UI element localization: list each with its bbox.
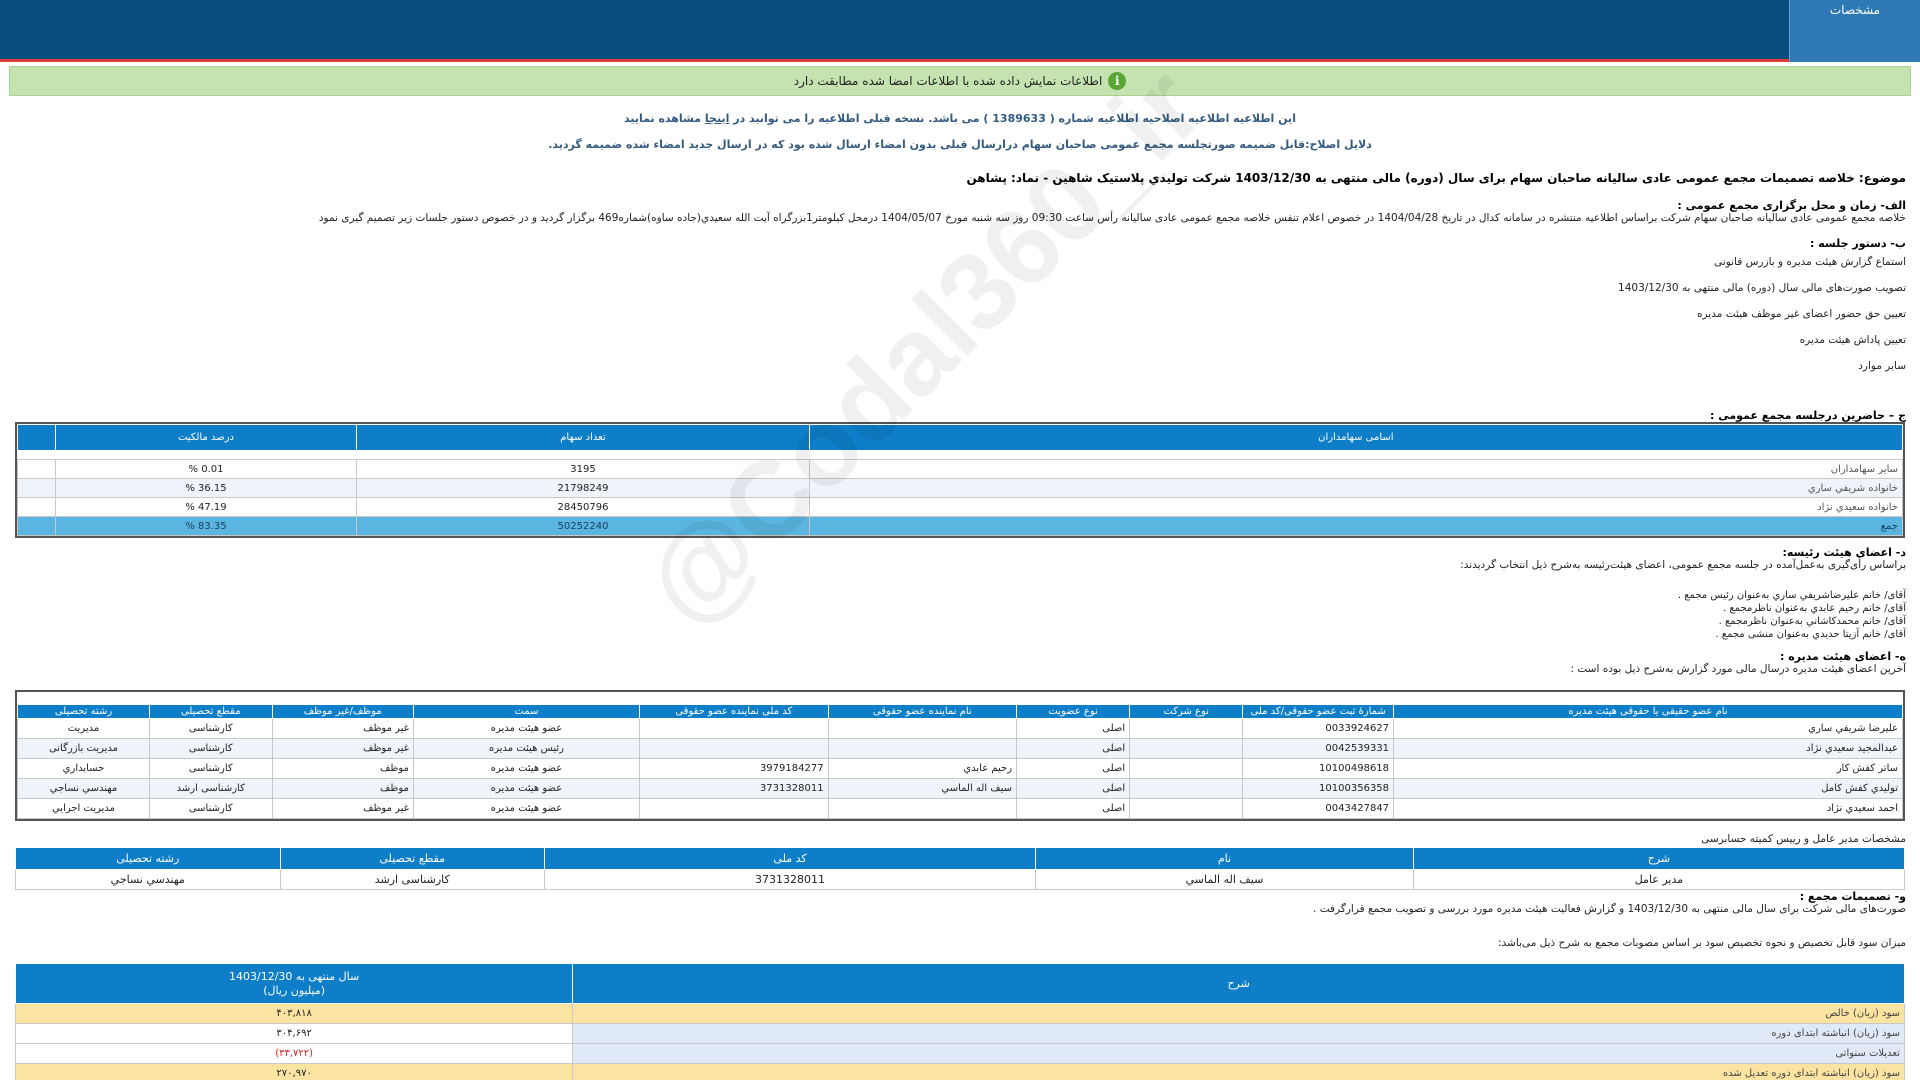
ceo-table: شرح نام کد ملی مقطع تحصیلی رشته تحصیلی م… [15,847,1906,890]
table-row: خانواده شریفي ساري 21798249 36.15 % [17,478,1904,498]
section-a: الف- زمان و محل برگزاری مجمع عمومی : خلا… [16,199,1906,224]
subject-line: موضوع: خلاصه تصمیمات مجمع عمومی عادی سال… [966,171,1907,185]
agenda-item: استماع گزارش هیئت مدیره و بازرس قانونی [1714,256,1906,268]
presiding-member: آقای/ خانم آزیتا حدیدي به‌عنوان منشی مجم… [1715,629,1906,640]
board-table: نام عضو حقیقی یا حقوقی هیئت مدیره شمارۀ … [15,690,1905,821]
section-f-title: و- تصمیمات مجمع : [1799,890,1906,903]
section-f-text: صورت‌های مالی شرکت برای سال مالی منتهی ب… [1313,903,1906,915]
col-ownership-percent: درصد مالکیت [54,424,358,451]
agenda-item: تعیین پاداش هیئت مدیره [1799,334,1906,346]
table-total-row: جمع 50252240 83.35 % [17,516,1904,536]
top-header-bar: مشخصات [0,0,1920,62]
section-d: د- اعضای هیئت رئیسه: براساس رأی‌گیری به‌… [16,546,1906,641]
col-share-count: تعداد سهام [356,424,810,451]
table-row: عبدالمجید سعیدي نژاد 0042539331 اصلی رئیس ه… [17,737,1903,759]
agenda-item: تعیین حق حضور اعضای غیر موظف هیئت مدیره [1697,308,1906,320]
agenda-item: سایر موارد [1858,360,1906,372]
tab-specifications[interactable]: مشخصات [1789,0,1920,62]
presiding-member: آقای/ خانم محمدکاشاني به‌عنوان ناظرمجمع … [1718,616,1906,627]
table-row: سود (زیان) خالص ۴۰۳,۸۱۸ [14,1003,1905,1024]
notice-text-b: مشاهده نمایید [624,112,702,125]
section-d-intro: براساس رأی‌گیری به‌عمل‌آمده در جلسه مجمع… [1460,559,1906,571]
section-b: ب- دستور جلسه : استماع گزارش هیئت مدیره … [16,237,1906,386]
section-f: و- تصمیمات مجمع : صورت‌های مالی شرکت برا… [16,890,1906,949]
correction-notice: این اطلاعیه اطلاعیه اصلاحیه اطلاعیه شمار… [0,112,1920,125]
profit-intro: میزان سود قابل تخصیص و نحوه تخصیص سود بر… [1497,937,1906,949]
table-row: علیرضا شریفي ساري 0033924627 اصلی عضو هیئت … [17,717,1903,739]
table-row: تولیدي کفش کامل 10100356358 اصلی سیف اله ال… [17,777,1903,799]
signature-match-bar: i اطلاعات نمایش داده شده با اطلاعات امضا… [9,66,1911,96]
correction-reason: دلایل اصلاح:قابل ضمیمه صورتجلسه مجمع عمو… [548,138,1372,151]
table-row: سایر سهامداران 3195 0.01 % [17,459,1904,479]
section-e-intro: آخرین اعضای هیئت مدیره درسال مالی مورد گ… [1570,663,1906,675]
section-e: ه- اعضای هیئت مدیره : آخرین اعضای هیئت م… [16,650,1906,675]
match-text: اطلاعات نمایش داده شده با اطلاعات امضا ش… [793,74,1103,88]
col-shareholder-names: اسامی سهامداران [808,424,1904,451]
agenda-item: تصویب صورت‌های مالی سال (دوره) مالی منته… [1618,282,1906,294]
col-description: شرح [572,963,1905,1004]
table-row: خانواده سعیدي نژاد 28450796 47.19 % [17,497,1904,517]
presiding-member: آقای/ خانم رحیم عابدي به‌عنوان ناظرمجمع … [1723,603,1906,614]
table-row: تعدیلات سنواتی (۳۳,۷۲۲) [14,1043,1905,1064]
section-a-text: خلاصه مجمع عمومی عادی سالیانه صاحبان سها… [318,212,1906,224]
info-icon: i [1108,72,1127,90]
presiding-member: آقای/ خانم علیرضاشریفي ساري به‌عنوان رئی… [1677,590,1906,601]
table-row: مدیر عامل سیف اله الماسي 3731328011 کارش… [15,869,1906,890]
col-year: سال منتهی به 1403/12/30 (میلیون ریال) [14,963,574,1004]
section-d-title: د- اعضای هیئت رئیسه: [1782,546,1906,559]
table-row: احمد سعیدي نژاد 0043427847 اصلی عضو هیئت مد… [17,797,1903,819]
section-c-title: ج – حاضرین درجلسه مجمع عمومی : [1710,409,1906,422]
profit-table: شرح سال منتهی به 1403/12/30 (میلیون ریال… [14,963,1905,1080]
ceo-section-title: مشخصات مدیر عامل و رییس کمیته حسابرسی [1701,833,1906,845]
previous-version-link[interactable]: اینجا [705,112,729,125]
section-a-title: الف- زمان و محل برگزاری مجمع عمومی : [1677,199,1906,212]
table-row: سود (زیان) انباشته ابتدای دوره ۳۰۴,۶۹۲ [14,1023,1905,1044]
notice-text-a: این اطلاعیه اطلاعیه اصلاحیه اطلاعیه شمار… [733,112,1296,125]
table-row: ساتر کفش کار 10100498618 اصلی رحیم عابدي 397… [17,757,1903,779]
section-e-title: ه- اعضای هیئت مدیره : [1780,650,1906,663]
table-row: سود (زیان) انباشته ابتدای دوره تعدیل شده… [14,1063,1905,1080]
section-b-title: ب- دستور جلسه : [1810,237,1906,250]
shareholders-table: اسامی سهامداران تعداد سهام درصد مالکیت س… [15,422,1905,538]
